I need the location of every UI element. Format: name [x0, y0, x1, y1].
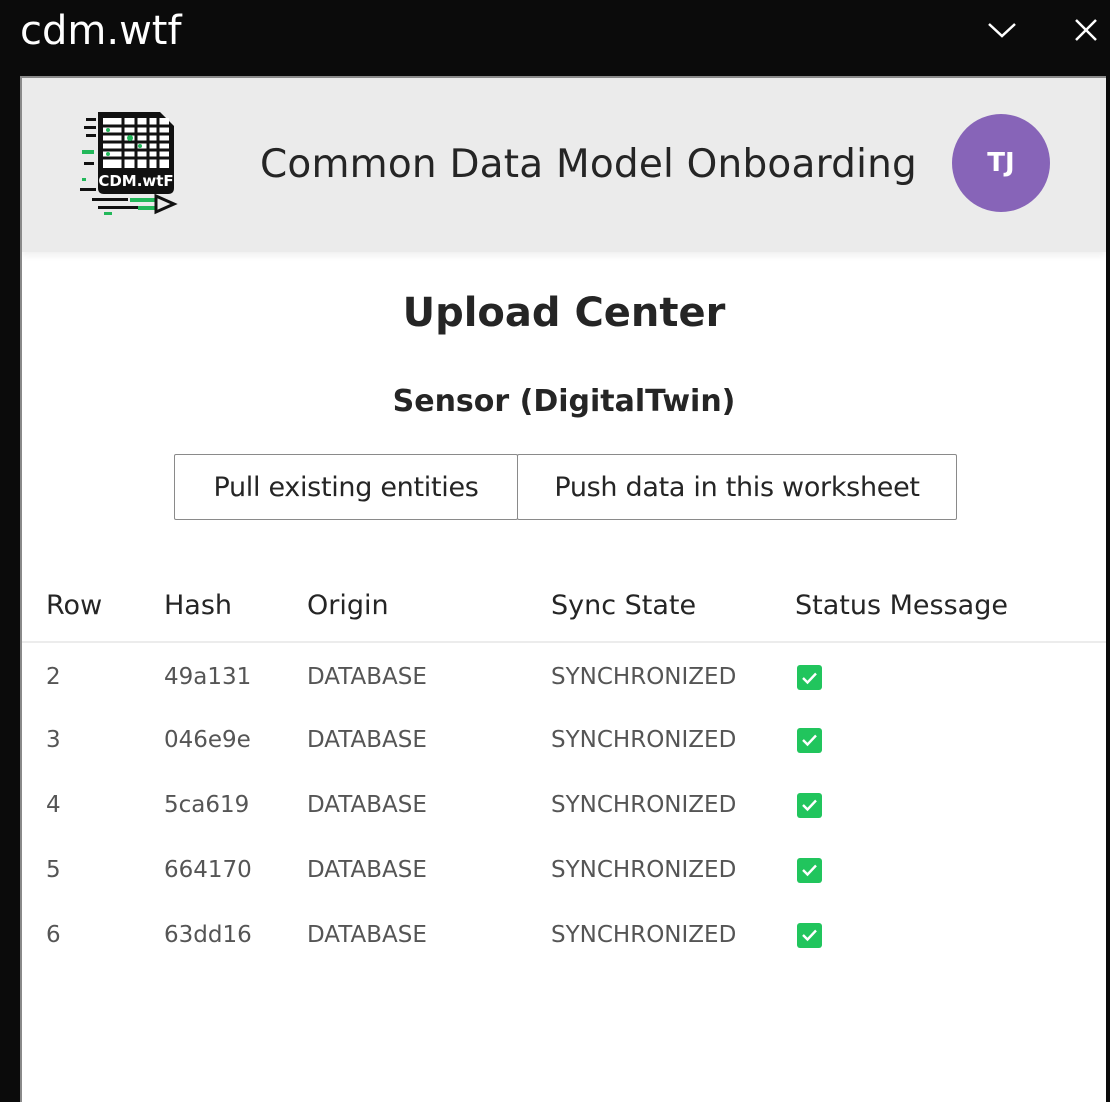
- table-row: 6 63dd16 DATABASE SYNCHRONIZED: [22, 902, 1106, 967]
- cell-status: [795, 902, 1106, 967]
- close-icon: [1075, 19, 1097, 41]
- cell-status: [795, 642, 1106, 707]
- pull-entities-button[interactable]: Pull existing entities: [174, 454, 518, 520]
- check-icon: [797, 922, 822, 948]
- window-titlebar: cdm.wtf: [0, 0, 1110, 74]
- cell-sync-state: SYNCHRONIZED: [551, 664, 737, 690]
- cell-row: 6: [46, 921, 61, 948]
- column-header-row: Row: [22, 568, 164, 643]
- app-header-title: Common Data Model Onboarding: [260, 142, 918, 187]
- action-buttons: Pull existing entities Push data in this…: [174, 454, 957, 520]
- page-title: Upload Center: [402, 290, 726, 336]
- cell-sync-state: SYNCHRONIZED: [551, 791, 737, 818]
- cell-row: 3: [46, 726, 61, 753]
- table-row: 3 046e9e DATABASE SYNCHRONIZED: [22, 707, 1106, 772]
- table-row: 5 664170 DATABASE SYNCHRONIZED: [22, 837, 1106, 902]
- cell-origin: DATABASE: [307, 664, 427, 690]
- entity-title: Sensor (DigitalTwin): [392, 384, 736, 419]
- cell-status: [795, 772, 1106, 837]
- table-header-row: Row Hash Origin Sync State Status Messag…: [22, 568, 1106, 643]
- window-title: cdm.wtf: [20, 8, 182, 54]
- check-icon: [797, 727, 822, 753]
- table-row: 2 49a131 DATABASE SYNCHRONIZED: [22, 642, 1106, 707]
- cell-hash: 63dd16: [164, 921, 252, 948]
- cell-origin: DATABASE: [307, 791, 427, 818]
- column-header-hash: Hash: [164, 568, 307, 643]
- close-button[interactable]: [1066, 10, 1106, 50]
- sync-table: Row Hash Origin Sync State Status Messag…: [22, 568, 1106, 967]
- taskpane: CDM.wtF Common Data Model Onboarding TJ …: [20, 76, 1106, 1102]
- cell-row: 4: [46, 791, 61, 818]
- cell-hash: 046e9e: [164, 726, 251, 753]
- check-icon: [797, 665, 822, 690]
- cdm-logo-icon: CDM.wtF: [80, 112, 178, 215]
- cell-hash: 49a131: [164, 664, 252, 690]
- cell-row: 5: [46, 856, 61, 883]
- cell-status: [795, 837, 1106, 902]
- table-row: 4 5ca619 DATABASE SYNCHRONIZED: [22, 772, 1106, 837]
- cell-sync-state: SYNCHRONIZED: [551, 856, 737, 883]
- collapse-button[interactable]: [982, 10, 1022, 50]
- logo-text: CDM.wtF: [98, 172, 173, 190]
- check-icon: [797, 857, 822, 883]
- user-avatar[interactable]: TJ: [952, 114, 1050, 212]
- column-header-status-message: Status Message: [795, 568, 1106, 643]
- cell-origin: DATABASE: [307, 921, 427, 948]
- column-header-origin: Origin: [307, 568, 551, 643]
- check-icon: [797, 792, 822, 818]
- column-header-sync-state: Sync State: [551, 568, 795, 643]
- cell-hash: 664170: [164, 856, 252, 883]
- cell-sync-state: SYNCHRONIZED: [551, 726, 737, 753]
- push-data-button[interactable]: Push data in this worksheet: [517, 454, 957, 520]
- cell-origin: DATABASE: [307, 856, 427, 883]
- cell-row: 2: [46, 664, 61, 690]
- cell-sync-state: SYNCHRONIZED: [551, 921, 737, 948]
- cell-status: [795, 707, 1106, 772]
- chevron-down-icon: [988, 23, 1016, 38]
- cell-origin: DATABASE: [307, 726, 427, 753]
- app-header: CDM.wtF Common Data Model Onboarding TJ: [22, 78, 1106, 252]
- cell-hash: 5ca619: [164, 791, 250, 818]
